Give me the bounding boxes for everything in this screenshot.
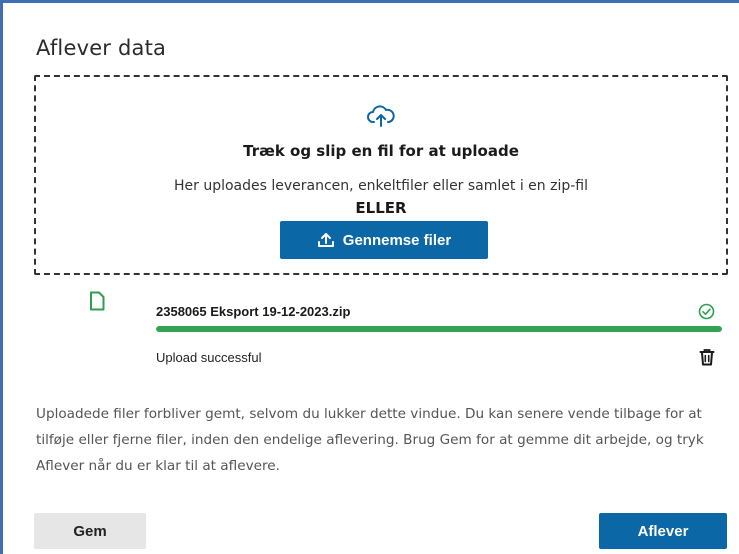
cloud-upload-icon	[367, 105, 395, 127]
trash-icon[interactable]	[699, 348, 715, 366]
upload-progress-fill	[156, 326, 722, 332]
upload-icon	[317, 233, 334, 247]
dropzone-subtext: Her uploades leverancen, enkeltfiler ell…	[173, 178, 589, 194]
file-icon	[90, 291, 105, 311]
browse-files-button[interactable]: Gennemse filer	[280, 221, 488, 259]
info-text: Uploadede filer forbliver gemt, selvom d…	[36, 406, 704, 474]
upload-dialog: Aflever data Træk og slip en fil for at …	[0, 0, 739, 554]
dropzone-heading: Træk og slip en fil for at uploade	[243, 142, 519, 160]
dropzone-or-label: ELLER	[355, 199, 407, 217]
check-circle-icon	[698, 303, 715, 320]
browse-files-label: Gennemse filer	[342, 231, 452, 249]
submit-button[interactable]: Aflever	[599, 513, 727, 549]
dialog-title: Aflever data	[36, 36, 167, 60]
save-button[interactable]: Gem	[34, 513, 146, 549]
file-name: 2358065 Eksport 19-12-2023.zip	[156, 304, 351, 319]
upload-progress-bar	[156, 326, 722, 332]
upload-status: Upload successful	[156, 350, 262, 365]
file-dropzone[interactable]: Træk og slip en fil for at uploade Her u…	[34, 75, 728, 275]
